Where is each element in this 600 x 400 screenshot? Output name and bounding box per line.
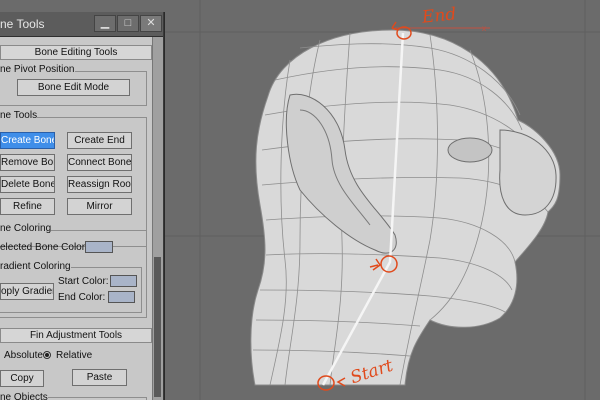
rollout-header-bone-editing[interactable]: Bone Editing Tools	[0, 45, 152, 60]
relative-radio[interactable]	[43, 351, 51, 359]
label-relative: Relative	[56, 350, 93, 361]
mirror-button[interactable]: Mirror	[67, 198, 132, 215]
annotation-end-label: End	[421, 4, 458, 28]
label-selected-bone-color: elected Bone Color:	[0, 242, 88, 253]
label-absolute: Absolute	[4, 350, 43, 361]
bone-edit-mode-button[interactable]: Bone Edit Mode	[17, 79, 130, 96]
refine-button[interactable]: Refine	[0, 198, 55, 215]
bone-tools-panel: ne Tools ▁ □ ✕ Bone Editing Tools ne Piv…	[0, 12, 164, 400]
eye-mesh	[447, 137, 493, 163]
label-end-color: End Color:	[58, 292, 106, 303]
paste-button[interactable]: Paste	[72, 369, 127, 386]
panel-content: Bone Editing Tools ne Pivot Position Bon…	[0, 37, 152, 400]
close-icon[interactable]: ✕	[140, 15, 162, 32]
rollout-header-fin-adjustment[interactable]: Fin Adjustment Tools	[0, 328, 152, 343]
maximize-icon[interactable]: □	[117, 15, 139, 32]
nose-mesh	[499, 129, 557, 216]
label-bone-tools: ne Tools	[0, 110, 38, 121]
panel-scrollbar[interactable]	[152, 37, 163, 400]
label-gradient-coloring: radient Coloring	[0, 261, 71, 272]
end-arrow	[391, 21, 399, 31]
end-color-swatch[interactable]	[108, 291, 135, 303]
selected-bone-color-swatch[interactable]	[85, 241, 113, 253]
start-color-swatch[interactable]	[110, 275, 137, 287]
scroll-thumb[interactable]	[154, 257, 161, 397]
copy-button[interactable]: Copy	[0, 370, 44, 387]
create-end-button[interactable]: Create End	[67, 132, 132, 149]
remove-bone-button[interactable]: Remove Bone	[0, 154, 55, 171]
connect-bones-button[interactable]: Connect Bones	[67, 154, 132, 171]
label-bone-objects: ne Objects	[0, 392, 48, 400]
label-start-color: Start Color:	[58, 276, 109, 287]
reassign-root-button[interactable]: Reassign Root	[67, 176, 132, 193]
panel-title: ne Tools	[0, 17, 45, 31]
panel-titlebar[interactable]: ne Tools ▁ □ ✕	[0, 12, 163, 37]
label-pivot-position: ne Pivot Position	[0, 64, 75, 75]
svg-text:x: x	[482, 24, 486, 33]
label-bone-coloring: ne Coloring	[0, 223, 52, 234]
apply-gradient-button[interactable]: oply Gradient	[0, 283, 54, 300]
create-bones-button[interactable]: Create Bones	[0, 132, 55, 149]
delete-bone-button[interactable]: Delete Bone	[0, 176, 55, 193]
minimize-icon[interactable]: ▁	[94, 15, 116, 32]
